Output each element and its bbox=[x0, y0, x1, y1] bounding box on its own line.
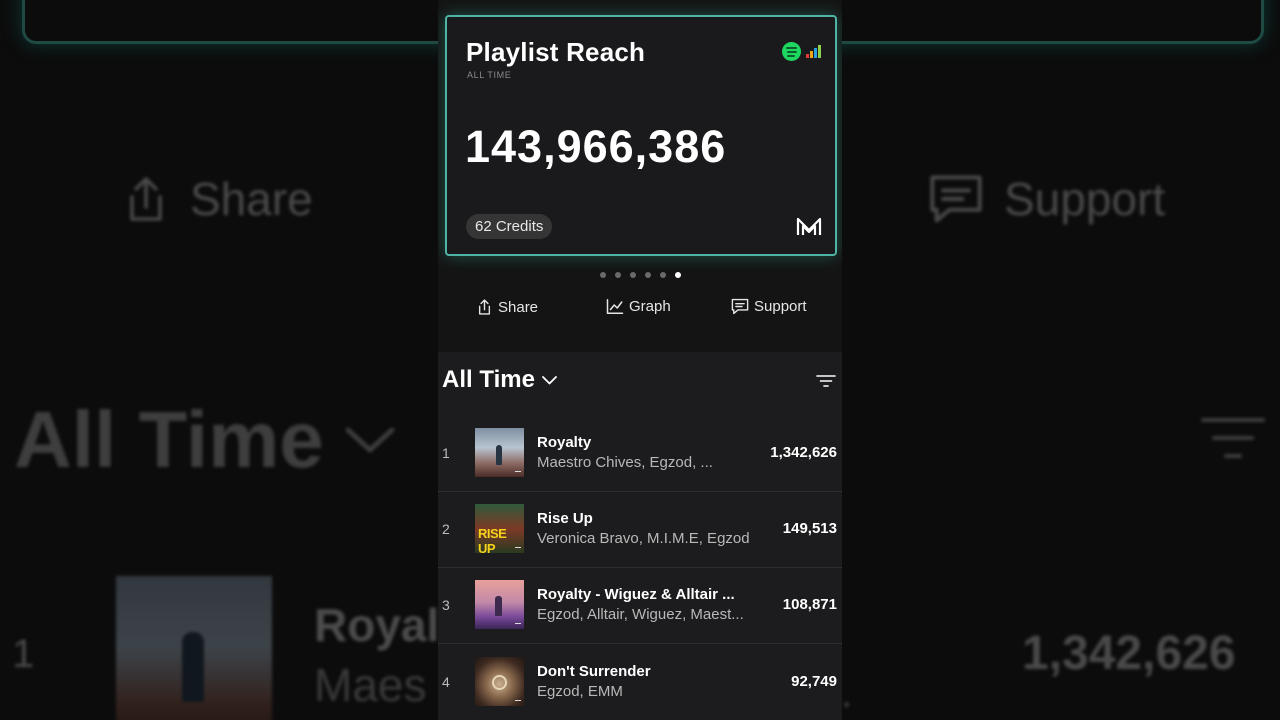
support-label: Support bbox=[754, 298, 807, 315]
carousel-dot[interactable] bbox=[629, 272, 636, 278]
track-artists: Egzod, Alltair, Wiguez, Maest... bbox=[537, 606, 744, 623]
filter-icon bbox=[1201, 418, 1265, 458]
track-artwork bbox=[475, 657, 524, 706]
playlist-reach-card[interactable]: Playlist Reach ALL TIME 143,966,386 62 C… bbox=[445, 15, 837, 256]
graph-icon bbox=[606, 299, 624, 314]
period-dropdown[interactable]: All Time bbox=[442, 366, 558, 394]
credits-badge: 62 Credits bbox=[466, 214, 553, 239]
action-bar: Share Graph Support bbox=[438, 298, 842, 324]
phone-screen: Playlist Reach ALL TIME 143,966,386 62 C… bbox=[438, 0, 842, 720]
track-artists: Veronica Bravo, M.I.M.E, Egzod bbox=[537, 530, 750, 547]
spotify-icon bbox=[782, 42, 801, 61]
chat-icon bbox=[731, 298, 749, 315]
filter-icon[interactable] bbox=[816, 374, 836, 388]
track-streams: 108,871 bbox=[782, 596, 837, 613]
background-title: Royal bbox=[314, 599, 440, 651]
track-streams: 92,749 bbox=[791, 673, 837, 690]
background-rank: 1 bbox=[12, 632, 35, 676]
carousel-dot[interactable] bbox=[614, 272, 621, 278]
background-artists: Maes bbox=[314, 659, 427, 711]
track-row[interactable]: 1 Royalty Maestro Chives, Egzod, ... 1,3… bbox=[438, 415, 842, 491]
share-icon bbox=[130, 177, 162, 221]
carousel-dot[interactable] bbox=[599, 272, 606, 278]
track-artwork: RISE UP bbox=[475, 504, 524, 553]
track-title: Royalty - Wiguez & Alltair ... bbox=[537, 586, 735, 603]
background-share: Share bbox=[122, 172, 313, 226]
track-title: Royalty bbox=[537, 434, 592, 451]
playlist-reach-value: 143,966,386 bbox=[465, 121, 727, 172]
graph-button[interactable]: Graph bbox=[606, 298, 671, 315]
carousel-dot[interactable] bbox=[659, 272, 666, 278]
brand-logo-icon bbox=[796, 217, 822, 235]
background-streams: 1,342,626 bbox=[1022, 627, 1236, 680]
track-rank: 3 bbox=[442, 597, 450, 613]
chevron-down-icon bbox=[345, 427, 395, 453]
track-artists: Maestro Chives, Egzod, ... bbox=[537, 454, 713, 471]
track-title: Don't Surrender bbox=[537, 663, 651, 680]
track-title: Rise Up bbox=[537, 510, 593, 527]
track-artwork bbox=[475, 580, 524, 629]
chat-icon bbox=[930, 175, 982, 223]
track-rank: 1 bbox=[442, 445, 450, 461]
track-row[interactable]: 4 Don't Surrender Egzod, EMM 92,749 bbox=[438, 644, 842, 720]
track-streams: 149,513 bbox=[782, 520, 837, 537]
background-support-label: Support bbox=[1004, 173, 1166, 225]
carousel-dot[interactable] bbox=[644, 272, 651, 278]
background-period: All Time bbox=[14, 394, 396, 486]
carousel-dot-active[interactable] bbox=[674, 272, 681, 278]
carousel-pagination bbox=[438, 272, 842, 278]
track-streams: 1,342,626 bbox=[770, 444, 837, 461]
track-artists: Egzod, EMM bbox=[537, 683, 623, 700]
period-label: All Time bbox=[442, 366, 535, 393]
background-support: Support bbox=[928, 172, 1165, 226]
card-subtitle: ALL TIME bbox=[467, 70, 512, 80]
background-artwork bbox=[116, 576, 272, 720]
graph-label: Graph bbox=[629, 298, 671, 315]
share-label: Share bbox=[498, 298, 539, 316]
deezer-icon bbox=[806, 44, 822, 60]
track-row[interactable]: 3 Royalty - Wiguez & Alltair ... Egzod, … bbox=[438, 567, 842, 643]
share-icon bbox=[478, 299, 491, 315]
track-row[interactable]: 2 RISE UP Rise Up Veronica Bravo, M.I.M.… bbox=[438, 491, 842, 567]
background-period-label: All Time bbox=[14, 395, 324, 484]
track-rank: 4 bbox=[442, 674, 450, 690]
support-button[interactable]: Support bbox=[731, 298, 807, 315]
background-share-label: Share bbox=[190, 173, 313, 225]
track-artwork bbox=[475, 428, 524, 477]
card-title: Playlist Reach bbox=[466, 37, 646, 67]
chevron-down-icon bbox=[542, 375, 557, 384]
share-button[interactable]: Share bbox=[476, 298, 538, 316]
track-rank: 2 bbox=[442, 521, 450, 537]
